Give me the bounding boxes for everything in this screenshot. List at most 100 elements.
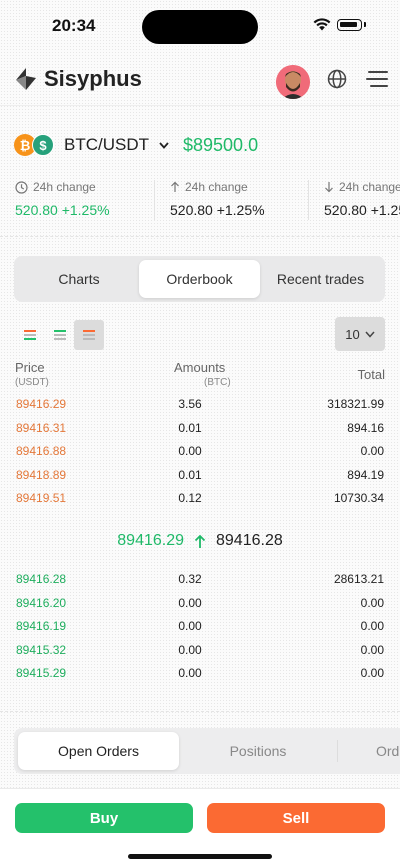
avatar-face-icon [276, 65, 310, 99]
dynamic-island [142, 10, 258, 44]
pair-selector[interactable]: ₿ $ BTC/USDT $89500.0 [14, 130, 258, 160]
stat-divider [154, 180, 155, 220]
stat-item: 24h change 520.80 +1.25% [170, 178, 265, 222]
row-price: 89415.29 [16, 666, 67, 680]
tab-open-orders[interactable]: Open Orders [18, 732, 179, 770]
row-amount: 0.32 [178, 572, 202, 586]
row-price: 89418.89 [16, 467, 67, 482]
row-price: 89419.51 [16, 491, 67, 505]
row-amount: 0.00 [178, 666, 202, 680]
row-price: 89416.19 [16, 619, 67, 633]
view-bids-button[interactable] [45, 320, 75, 350]
stat-divider [308, 180, 309, 220]
orderbook-row[interactable]: 89415.29 0.00 0.00 [0, 664, 400, 686]
tab-charts[interactable]: Charts [18, 260, 140, 298]
tab-orderbook[interactable]: Orderbook [139, 260, 260, 298]
tab-separator [337, 740, 338, 762]
orderbook-row[interactable]: 89416.28 0.32 28613.21 [0, 570, 400, 592]
row-total: 0.00 [360, 619, 384, 633]
status-icons [313, 18, 366, 31]
orderbook-row[interactable]: 89416.19 0.00 0.00 [0, 617, 400, 639]
orderbook-row[interactable]: 89418.89 0.01 894.19 [0, 466, 400, 488]
sell-button[interactable]: Sell [207, 803, 385, 833]
stat-item: 24h change 520.80 +1.25% [15, 178, 110, 222]
avatar[interactable] [276, 65, 310, 99]
depth-value: 10 [345, 326, 360, 342]
tab-orders[interactable]: Ord [342, 732, 400, 770]
row-price: 89416.29 [16, 397, 67, 411]
chevron-down-icon[interactable] [159, 141, 169, 149]
col-unit-price: (USDT) [15, 377, 49, 388]
tab-positions[interactable]: Positions [179, 732, 337, 770]
depth-select[interactable]: 10 [335, 317, 385, 351]
status-bar: 20:34 [0, 0, 400, 52]
stat-value: 520.80 +1.25% [170, 202, 265, 218]
row-total: 0.00 [360, 444, 384, 458]
orderbook-row[interactable]: 89416.20 0.00 0.00 [0, 594, 400, 616]
row-total: 28613.21 [333, 572, 384, 586]
row-total: 10730.34 [333, 491, 384, 505]
orderbook-row[interactable]: 89416.29 3.56 318321.99 [0, 395, 400, 417]
col-header-amounts: Amounts [174, 360, 226, 375]
orderbook-row[interactable]: 89416.88 0.00 0.00 [0, 442, 400, 464]
row-total: 0.00 [360, 642, 384, 657]
usdt-coin-icon: $ [32, 134, 54, 156]
current-price: $89500.0 [183, 134, 259, 155]
orderbook-asks-icon [83, 330, 95, 340]
col-unit-amounts: (BTC) [204, 377, 231, 388]
stat-item: 24h change 520.80 +1.25% [324, 178, 400, 222]
menu-icon[interactable] [366, 69, 388, 89]
orderbook-row[interactable]: 89416.31 0.01 894.16 [0, 419, 400, 441]
stat-value: 520.80 +1.25% [15, 202, 110, 218]
app-name: Sisyphus [44, 66, 142, 91]
orderbook-both-icon [24, 330, 36, 340]
tab-recent-trades[interactable]: Recent trades [260, 260, 381, 298]
row-total: 0.00 [360, 666, 384, 680]
arrow-up-icon [194, 534, 206, 548]
arrow-down-icon [325, 182, 333, 193]
divider [0, 711, 400, 712]
row-amount: 0.12 [178, 491, 202, 505]
row-amount: 3.56 [178, 397, 202, 411]
row-price: 89415.32 [16, 642, 67, 657]
market-tabs: Charts Orderbook Recent trades [14, 256, 385, 302]
col-header-total: Total [357, 367, 385, 382]
row-amount: 0.01 [178, 467, 202, 482]
battery-tip [364, 22, 366, 27]
buy-button[interactable]: Buy [15, 803, 193, 833]
stat-label: 24h change [33, 180, 96, 194]
view-both-button[interactable] [15, 320, 45, 350]
row-amount: 0.00 [178, 595, 202, 610]
app-logo[interactable]: Sisyphus [14, 66, 142, 92]
sisyphus-logo-icon [16, 68, 36, 90]
app-header: Sisyphus [0, 56, 400, 106]
home-indicator[interactable] [128, 854, 272, 859]
row-total: 894.19 [347, 467, 384, 482]
stats-strip: 24h change 520.80 +1.25% 24h change 520.… [0, 178, 400, 224]
last-price: 89416.29 [117, 532, 184, 549]
orderbook-row[interactable]: 89415.32 0.00 0.00 [0, 641, 400, 663]
stat-label: 24h change [185, 180, 248, 194]
wifi-icon [313, 18, 331, 31]
col-header-price: Price [15, 360, 45, 375]
orderbook-row[interactable]: 89419.51 0.12 10730.34 [0, 489, 400, 511]
row-amount: 0.00 [178, 444, 202, 458]
stat-value: 520.80 +1.25% [324, 202, 400, 218]
row-price: 89416.31 [16, 420, 67, 435]
battery-icon [337, 18, 362, 31]
arrow-up-icon [171, 181, 179, 192]
row-amount: 0.01 [178, 420, 202, 435]
view-asks-button[interactable] [74, 320, 104, 350]
row-price: 89416.28 [16, 572, 67, 586]
status-time: 20:34 [52, 16, 96, 35]
orders-tabs: Open Orders Positions Ord [14, 728, 400, 774]
stat-label: 24h change [339, 180, 400, 194]
row-total: 894.16 [347, 420, 384, 435]
pair-name: BTC/USDT [64, 135, 149, 154]
row-total: 0.00 [360, 595, 384, 610]
mid-price-row: 89416.29 89416.28 [0, 528, 400, 554]
mark-price: 89416.28 [216, 532, 283, 549]
globe-icon[interactable] [327, 69, 347, 89]
row-amount: 0.00 [178, 619, 202, 633]
chevron-down-icon [365, 331, 375, 338]
